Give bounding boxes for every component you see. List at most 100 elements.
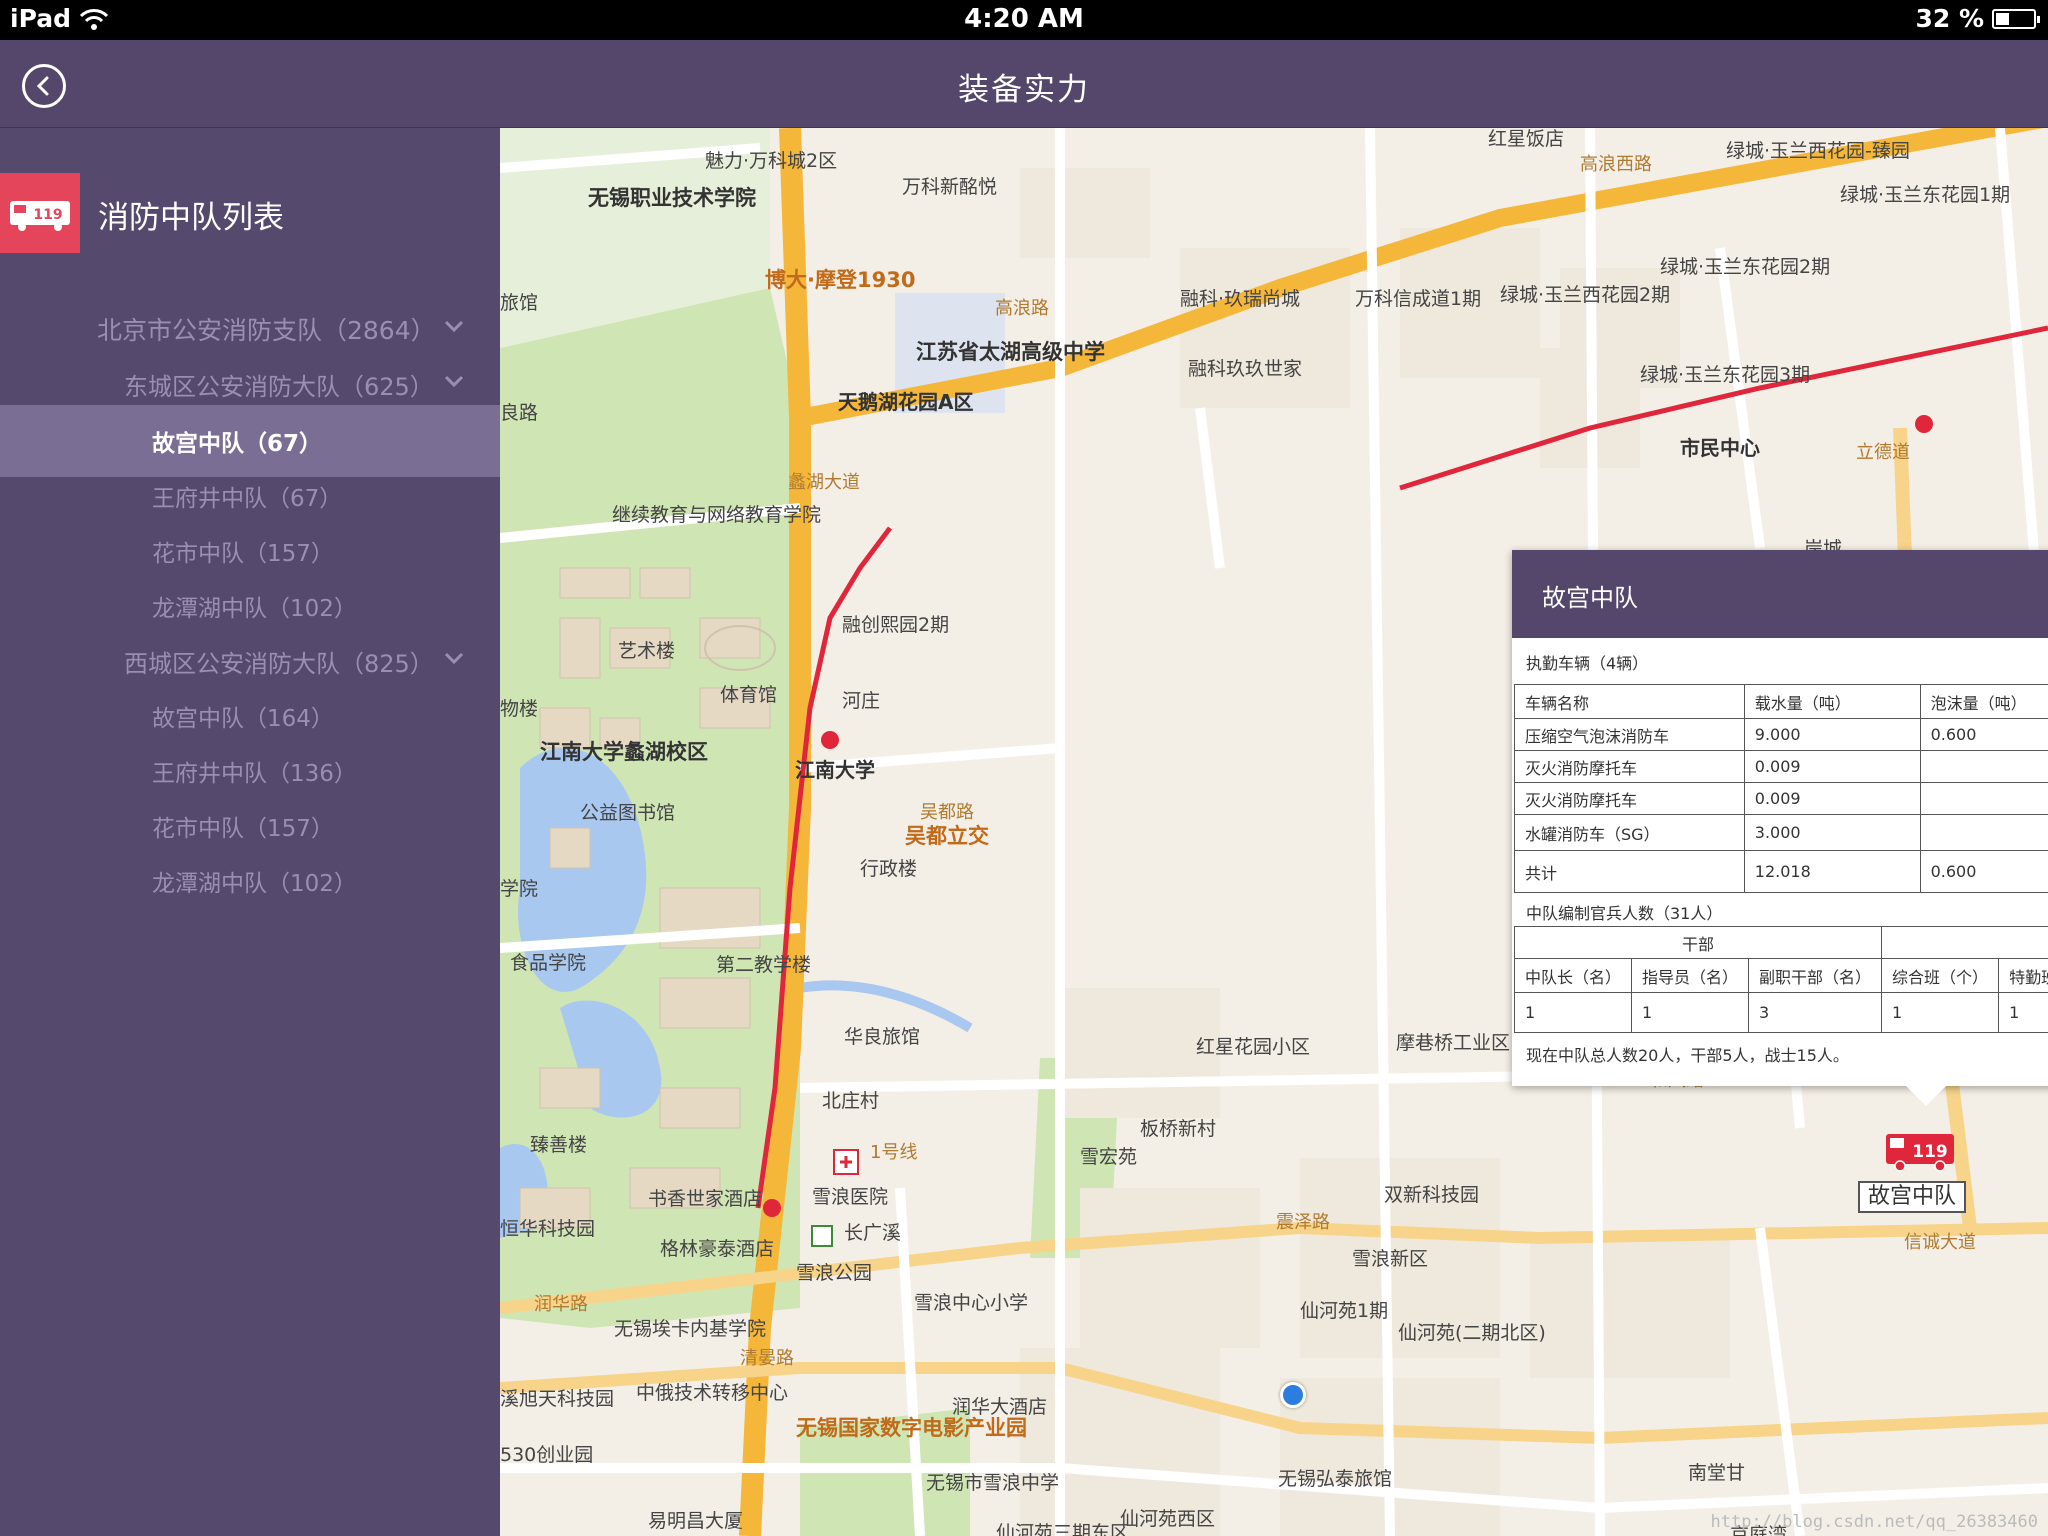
marker-label[interactable]: 故宫中队 (1858, 1181, 1967, 1213)
table-cell (1919, 782, 2048, 815)
map-poi-label[interactable]: 博大·摩登1930 (765, 264, 915, 294)
map-poi-label[interactable]: 清晏路 (740, 1344, 794, 1370)
map-poi-label[interactable]: 万科信成道1期 (1355, 284, 1481, 311)
map-poi-label[interactable]: 体育馆 (720, 680, 777, 707)
map-poi-label[interactable]: 绿城·玉兰东花园1期 (1840, 180, 2010, 207)
map-poi-label[interactable]: 仙河苑1期 (1300, 1296, 1388, 1323)
map-poi-label[interactable]: 530创业园 (500, 1440, 593, 1467)
table-cell: 1 (1513, 992, 1633, 1033)
map-poi-label[interactable]: 雪浪中心小学 (914, 1288, 1028, 1315)
map-poi-label[interactable]: 公益图书馆 (580, 798, 675, 825)
map-poi-label[interactable]: 万科新酩悦 (902, 172, 997, 199)
nav-bar: 装备实力 (0, 40, 2048, 128)
map-poi-label[interactable]: 润华大酒店 (952, 1392, 1047, 1419)
status-time: 4:20 AM (964, 4, 1084, 34)
table-cell: 车辆名称 (1514, 684, 1745, 719)
map-poi-label[interactable]: 溪旭天科技园 (500, 1384, 614, 1411)
battery-percent: 32 % (1915, 4, 1984, 33)
map-poi-label[interactable]: 融科·玖瑞尚城 (1180, 284, 1300, 311)
fire-station-marker[interactable]: 119 (1884, 1130, 1956, 1172)
map-poi-label[interactable]: 绿城·玉兰东花园2期 (1660, 252, 1830, 279)
map-poi-label[interactable]: 红星饭店 (1488, 128, 1564, 151)
map-poi-label[interactable]: 雪浪医院 (812, 1182, 888, 1209)
table-row: 1131111 (1513, 992, 2048, 1033)
map-poi-label[interactable]: 无锡市雪浪中学 (926, 1468, 1059, 1495)
map-poi-label[interactable]: 无锡埃卡内基学院 (614, 1314, 766, 1341)
map-poi-label[interactable]: 恒华科技园 (500, 1214, 595, 1241)
map-poi-label[interactable]: 江南大学蠡湖校区 (540, 736, 708, 766)
map-poi-label[interactable]: 融科玖玖世家 (1188, 354, 1302, 381)
vehicles-caption: 执勤车辆（4辆） (1526, 654, 1649, 673)
map-poi-label[interactable]: 震泽路 (1276, 1208, 1330, 1234)
map-poi-label[interactable]: 易明昌大厦 (648, 1506, 743, 1533)
map-poi-label[interactable]: 良路 (500, 398, 538, 425)
map-poi-label[interactable]: 格林豪泰酒店 (660, 1234, 774, 1261)
map-poi-label[interactable]: 仙河苑(二期北区) (1398, 1318, 1546, 1345)
map-poi-label[interactable]: 立德道 (1856, 438, 1910, 464)
map-poi-label[interactable]: 1号线 (870, 1138, 917, 1164)
map-poi-label[interactable]: 雪浪新区 (1352, 1244, 1428, 1271)
squad-info-popup: 故宫中队 执勤车辆（4辆） 车辆名称载水量（吨）泡沫量（吨）干粉量（吨）压缩空气… (1512, 550, 2048, 1106)
table-cell: 0.600 (1919, 850, 2048, 893)
sidebar: 119 消防中队列表 北京市公安消防支队（2864） 东城区公安消防大队（625）… (0, 128, 503, 1536)
table-cell: 1 (1881, 992, 2000, 1033)
tree-item-label: 西城区公安消防大队（825） (124, 649, 434, 678)
map-poi-label[interactable]: 魅力·万科城2区 (705, 146, 837, 173)
map-poi-label[interactable]: 河庄 (842, 686, 880, 713)
map-poi-label[interactable]: 中俄技术转移中心 (636, 1378, 788, 1405)
map-poi-label[interactable]: 绿城·玉兰西花园-臻园 (1726, 136, 1910, 163)
map-poi-label[interactable]: 行政楼 (860, 854, 917, 881)
map-poi-label[interactable]: 双新科技园 (1384, 1180, 1479, 1207)
map-poi-label[interactable]: 红星花园小区 (1196, 1032, 1310, 1059)
map-poi-label[interactable]: 高浪路 (995, 294, 1049, 320)
map-poi-label[interactable]: 绿城·玉兰西花园2期 (1500, 280, 1670, 307)
map-poi-label[interactable]: 江苏省太湖高级中学 (916, 336, 1105, 366)
map-poi-label[interactable]: 继续教育与网络教育学院 (612, 500, 821, 527)
map-poi-label[interactable]: 物楼 (500, 694, 538, 721)
map-poi-label[interactable]: 板桥新村 (1140, 1114, 1216, 1141)
map-poi-label[interactable]: 高浪西路 (1580, 150, 1652, 176)
popup-header: 故宫中队 (1512, 550, 2048, 638)
map-poi-label[interactable]: 无锡弘泰旅馆 (1278, 1464, 1392, 1491)
map-poi-label[interactable]: 信诚大道 (1904, 1228, 1976, 1254)
map-poi-label[interactable]: 学院 (500, 874, 538, 901)
map-poi-label[interactable]: 臻善楼 (530, 1130, 587, 1157)
table-cell: 载水量（吨） (1743, 684, 1921, 719)
map-poi-label[interactable]: 吴都立交 (905, 820, 989, 850)
table-row: 灭火消防摩托车 0.009 (1514, 782, 2048, 815)
map-poi-label[interactable]: 摩巷桥工业区 (1396, 1028, 1510, 1055)
map-poi-label[interactable]: 无锡职业技术学院 (588, 182, 756, 212)
map-poi-label[interactable]: 江南大学 (795, 754, 875, 783)
map-poi-label[interactable]: 雪宏苑 (1080, 1142, 1137, 1169)
map-poi-label[interactable]: 书香世家酒店 (648, 1184, 762, 1211)
map-view[interactable]: 魅力·万科城2区万科新酩悦 红星饭店 高浪西路 绿城·玉兰西花园-臻园绿城·玉兰东花园… (500, 128, 2048, 1536)
vehicle-table: 车辆名称载水量（吨）泡沫量（吨）干粉量（吨）压缩空气泡沫消防车9.0000.60… (1514, 684, 2048, 893)
map-poi-label[interactable]: 润华路 (534, 1290, 588, 1316)
status-right: 32 % (1915, 4, 2040, 33)
map-poi-label[interactable]: 绿城·玉兰东花园3期 (1640, 360, 1810, 387)
map-poi-label[interactable]: 市民中心 (1680, 432, 1760, 461)
map-poi-label[interactable]: 仙河苑西区 (1120, 1504, 1215, 1531)
tree-item-label: 花市中队（157） (152, 816, 334, 842)
map-poi-label[interactable]: 长广溪 (844, 1218, 901, 1245)
table-cell: 灭火消防摩托车 (1514, 782, 1745, 815)
table-cell: 3.000 (1743, 814, 1921, 851)
map-poi-label[interactable]: 雪浪公园 (796, 1258, 872, 1285)
map-poi-label[interactable]: 北庄村 (822, 1086, 879, 1113)
map-poi-label[interactable]: 食品学院 (510, 948, 586, 975)
tree-item[interactable]: 龙潭湖中队（102） (0, 845, 500, 917)
battery-icon (1992, 8, 2040, 29)
map-poi-label[interactable]: 融创熙园2期 (842, 610, 949, 637)
map-poi-label[interactable]: 天鹅湖花园A区 (838, 386, 973, 415)
map-poi-label[interactable]: 华良旅馆 (844, 1022, 920, 1049)
map-poi-label[interactable]: 蠡湖大道 (788, 468, 860, 494)
tree-item-label: 东城区公安消防大队（625） (124, 372, 434, 401)
map-poi-label[interactable]: 艺术楼 (618, 636, 675, 663)
status-bar: iPad 4:20 AM 32 % (0, 0, 2048, 40)
map-poi-label[interactable]: 第二教学楼 (716, 950, 811, 977)
map-poi-label[interactable]: 旅馆 (500, 288, 538, 315)
group-header-cell: 干部 (1513, 926, 1883, 959)
map-poi-label[interactable]: 仙河苑三期东区 (996, 1518, 1129, 1536)
map-poi-label[interactable]: 南堂甘 (1688, 1458, 1745, 1485)
staff-caption: 中队编制官兵人数（31人） (1526, 904, 1723, 923)
